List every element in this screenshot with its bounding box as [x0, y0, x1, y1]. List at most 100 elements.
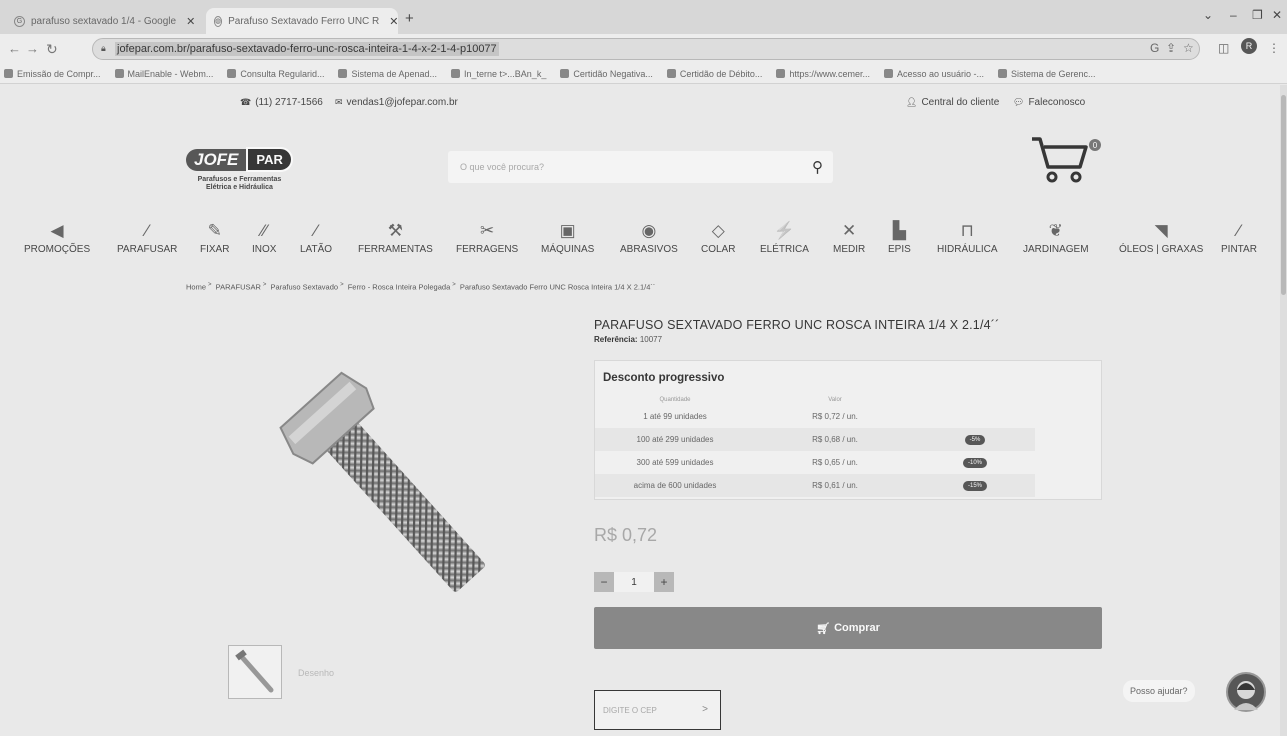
chat-avatar[interactable] [1226, 672, 1266, 712]
product-title: PARAFUSO SEXTAVADO FERRO UNC ROSCA INTEI… [594, 318, 1000, 332]
chat-help-bubble[interactable]: Posso ajudar? [1123, 680, 1195, 702]
progressive-discount-box: Desconto progressivo Quantidade Valor 1 … [594, 360, 1102, 500]
google-icon: G [14, 15, 25, 27]
forward-icon[interactable]: → [26, 41, 39, 56]
increase-button[interactable]: + [654, 572, 674, 592]
bookmark-item[interactable]: In_terne t>...BAn_k_ [451, 69, 546, 79]
category-jardinagem[interactable]: ❦ JARDINAGEM [1023, 218, 1089, 255]
tab-title: Parafuso Sextavado Ferro UNC R [228, 15, 380, 27]
category-maquinas[interactable]: ▣ MÁQUINAS [541, 218, 594, 255]
chevron-right-icon: > [262, 282, 267, 288]
chevron-down-icon[interactable]: ⌄ [1203, 8, 1213, 22]
menu-icon[interactable]: ⋮ [1268, 41, 1280, 55]
chevron-right-icon[interactable]: > [702, 704, 708, 715]
new-tab-icon[interactable]: + [405, 10, 414, 27]
electric-icon: ⚡ [773, 221, 796, 240]
browser-toolbar: ← → ↻ 🔒︎ jofepar.com.br/parafuso-sextava… [0, 34, 1287, 64]
breadcrumb-item[interactable]: Ferro - Rosca Inteira Polegada [348, 283, 451, 292]
chevron-right-icon: > [208, 282, 212, 288]
category-inox[interactable]: ⁄⁄ INOX [252, 218, 276, 255]
category-hidraulica[interactable]: ⊓ HIDRÁULICA [937, 218, 998, 255]
buy-button[interactable]: 🛒︎ Comprar [594, 607, 1102, 649]
category-ferramentas[interactable]: ⚒ FERRAMENTAS [358, 218, 433, 255]
bookmark-item[interactable]: Certidão Negativa... [560, 69, 653, 79]
bookmark-icon [114, 69, 124, 78]
category-nav: ◀ PROMOÇÕES ⁄ PARAFUSAR ✎ FIXAR ⁄⁄ INOX ⁄ LAT… [0, 218, 1280, 268]
bookmark-item[interactable]: Emissão de Compr... [4, 69, 101, 79]
col-quantity: Quantidade [659, 397, 691, 403]
anchor-icon: ✎ [207, 221, 222, 240]
address-bar[interactable]: 🔒︎ jofepar.com.br/parafuso-sextavado-fer… [92, 38, 1200, 60]
bookmark-icon [338, 69, 348, 78]
ruler-icon: ✕ [841, 221, 857, 240]
product-price: R$ 0,72 [594, 525, 658, 545]
breadcrumb: Home > PARAFUSAR > Parafuso Sextavado > Fer… [186, 282, 655, 292]
category-pintar[interactable]: ⁄ PINTAR [1221, 218, 1257, 255]
category-oleos-graxas[interactable]: ◥ ÓLEOS | GRAXAS [1119, 218, 1203, 255]
category-fixar[interactable]: ✎ FIXAR [200, 218, 229, 255]
category-eletrica[interactable]: ⚡ ELÉTRICA [760, 218, 809, 255]
back-icon[interactable]: ← [8, 41, 21, 56]
breadcrumb-item[interactable]: PARAFUSAR [216, 283, 261, 292]
product-image[interactable] [255, 340, 515, 610]
bookmark-item[interactable]: Acesso ao usuário -... [883, 69, 984, 79]
cep-input[interactable]: DIGITE O CEP > [594, 690, 721, 730]
cart-button[interactable]: 0 [1030, 133, 1101, 190]
col-value: Valor [828, 397, 842, 403]
scrollbar-thumb[interactable] [1281, 95, 1286, 295]
category-promocoes[interactable]: ◀ PROMOÇÕES [24, 218, 90, 255]
breadcrumb-item[interactable]: Home [186, 283, 206, 292]
bookmark-icon [4, 69, 13, 78]
bookmark-item[interactable]: Sistema de Apenad... [338, 69, 437, 79]
category-medir[interactable]: ✕ MEDIR [833, 218, 865, 255]
close-icon[interactable]: ✕ [389, 15, 398, 28]
category-colar[interactable]: ◇ COLAR [701, 218, 735, 255]
product-thumbnail[interactable] [228, 645, 282, 699]
contact-link[interactable]: 💬︎ Faleconosco [1013, 97, 1085, 108]
close-window-icon[interactable]: ✕ [1272, 8, 1282, 22]
share-icon[interactable]: ⇪ [1166, 41, 1176, 55]
category-latao[interactable]: ⁄ LATÃO [300, 218, 332, 255]
category-parafusar[interactable]: ⁄ PARAFUSAR [117, 218, 177, 255]
table-header: Quantidade Valor [595, 395, 1035, 405]
chevron-right-icon: > [452, 282, 456, 288]
breadcrumb-item[interactable]: Parafuso Sextavado [271, 283, 339, 292]
category-ferragens[interactable]: ✂ FERRAGENS [456, 218, 518, 255]
search-icon[interactable]: ⚲ [812, 158, 823, 176]
category-abrasivos[interactable]: ◉ ABRASIVOS [620, 218, 678, 255]
minimize-icon[interactable]: – [1230, 8, 1237, 22]
category-epis[interactable]: ▙ EPIS [888, 218, 911, 255]
bookmark-item[interactable]: https://www.cemer... [776, 69, 870, 79]
disc-icon: ◉ [641, 221, 657, 240]
bookmark-icon [666, 69, 676, 78]
search-input[interactable]: O que você procura? ⚲ [448, 151, 833, 183]
bookmark-item[interactable]: Certidão de Débito... [666, 69, 762, 79]
bookmark-item[interactable]: MailEnable - Webm... [114, 69, 213, 79]
site-logo[interactable]: JOFE PAR Parafusos e Ferramentas Elétric… [186, 147, 293, 192]
close-icon[interactable]: ✕ [186, 15, 195, 28]
tab-jofepar[interactable]: ◍ Parafuso Sextavado Ferro UNC R ✕ [206, 8, 399, 34]
bookmark-icon [560, 69, 570, 78]
web-page: ☎ (11) 2717-1566 ✉ vendas1@jofepar.com.b… [0, 85, 1280, 736]
customer-center-link[interactable]: 👤︎ Central do cliente [906, 97, 999, 108]
tab-google-search[interactable]: G parafuso sextavado 1/4 - Google ✕ [6, 8, 204, 34]
profile-avatar[interactable]: R [1241, 38, 1257, 54]
maximize-icon[interactable]: ❐ [1252, 8, 1263, 22]
star-icon[interactable]: ☆ [1183, 41, 1194, 55]
side-panel-icon[interactable]: ◫ [1218, 41, 1229, 55]
url-text: jofepar.com.br/parafuso-sextavado-ferro-… [115, 42, 499, 56]
bookmark-item[interactable]: Sistema de Gerenc... [998, 69, 1096, 79]
bookmark-icon [883, 69, 893, 78]
cart-count-badge: 0 [1089, 139, 1101, 151]
decrease-button[interactable]: − [594, 572, 614, 592]
google-lens-icon[interactable]: G [1150, 41, 1159, 55]
reload-icon[interactable]: ↻ [46, 41, 58, 58]
screw-icon: ⁄⁄ [261, 221, 268, 240]
email-info[interactable]: ✉ vendas1@jofepar.com.br [335, 97, 458, 108]
page-scrollbar[interactable] [1280, 85, 1287, 736]
discount-badge: -10% [962, 458, 987, 468]
quantity-input[interactable]: 1 [614, 572, 654, 592]
thumbnail-caption[interactable]: Desenho [298, 668, 334, 678]
bookmark-item[interactable]: Consulta Regularid... [227, 69, 324, 79]
lock-icon: 🔒︎ [101, 43, 106, 53]
